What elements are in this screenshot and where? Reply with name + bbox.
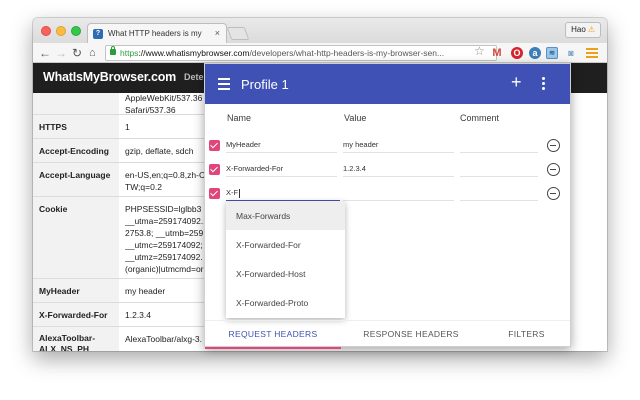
header-value: gzip, deflate, sdch	[125, 146, 194, 156]
autocomplete-option[interactable]: X-Forwarded-Host	[226, 259, 345, 288]
maximize-window-button[interactable]	[71, 26, 81, 36]
site-favicon-icon: ?	[93, 29, 103, 39]
header-value: PHPSESSID=lglbb3 __utma=259174092. 2753.…	[125, 204, 204, 274]
table-row: Cookie PHPSESSID=lglbb3 __utma=259174092…	[33, 197, 213, 279]
site-nav-item[interactable]: Dete	[184, 72, 204, 82]
site-logo[interactable]: WhatIsMyBrowser.com	[43, 70, 176, 84]
header-row: X-Forwarded-For 1.2.3.4	[205, 160, 570, 184]
header-name: AlexaToolbar- ALX_NS_PH	[39, 333, 96, 351]
autocomplete-dropdown: Max-Forwards X-Forwarded-For X-Forwarded…	[226, 201, 345, 318]
popup-tabs: REQUEST HEADERS RESPONSE HEADERS FILTERS	[205, 320, 572, 349]
text-caret	[238, 188, 240, 198]
profile-title: Profile 1	[241, 77, 289, 92]
header-comment-input[interactable]	[460, 186, 538, 201]
header-value-input[interactable]: 1.2.3.4	[343, 162, 454, 177]
header-enabled-checkbox[interactable]	[209, 140, 220, 151]
header-name: X-Forwarded-For	[39, 310, 108, 320]
header-name: Accept-Language	[39, 170, 111, 180]
forward-arrow-icon[interactable]: →	[55, 45, 67, 61]
header-value-input[interactable]	[343, 186, 454, 201]
remove-header-icon[interactable]	[547, 163, 560, 176]
a-extension-icon[interactable]: a	[529, 47, 541, 59]
table-row: AppleWebKit/537.36 Safari/537.36	[33, 93, 213, 115]
table-row: MyHeader my header	[33, 279, 213, 303]
header-value: AppleWebKit/537.36 Safari/537.36	[125, 93, 203, 114]
autocomplete-option[interactable]: X-Forwarded-For	[226, 230, 345, 259]
remove-header-icon[interactable]	[547, 187, 560, 200]
hamburger-menu-icon[interactable]	[218, 78, 230, 93]
table-row: AlexaToolbar- ALX_NS_PH AlexaToolbar/alx…	[33, 327, 213, 351]
table-row: Accept-Language en-US,en;q=0.8,zh-C TW;q…	[33, 163, 213, 197]
new-tab-button[interactable]	[226, 27, 250, 40]
tab-response-headers[interactable]: RESPONSE HEADERS	[341, 321, 481, 349]
home-icon[interactable]: ⌂	[89, 45, 96, 61]
header-enabled-checkbox[interactable]	[209, 164, 220, 175]
header-enabled-checkbox[interactable]	[209, 188, 220, 199]
autocomplete-option[interactable]: X-Forwarded-Proto	[226, 288, 345, 317]
gmail-extension-icon[interactable]: M	[491, 47, 503, 59]
column-header-value: Value	[344, 113, 367, 123]
user-profile-button[interactable]: Hao ⚠	[565, 22, 601, 38]
url-path: /developers/what-http-headers-is-my-brow…	[249, 48, 445, 58]
header-name-input[interactable]: MyHeader	[226, 138, 337, 153]
back-arrow-icon[interactable]: ←	[39, 45, 51, 61]
header-value-input[interactable]: my header	[343, 138, 454, 153]
address-bar[interactable]: https://www.whatismybrowser.com/develope…	[105, 45, 497, 61]
popup-header: Profile 1 +	[205, 64, 570, 104]
table-row: Accept-Encoding gzip, deflate, sdch	[33, 139, 213, 163]
browser-toolbar: ← → ↻ ⌂ https://www.whatismybrowser.com/…	[33, 43, 607, 63]
header-name-input[interactable]: X-Forwarded-For	[226, 162, 337, 177]
header-name: Accept-Encoding	[39, 146, 109, 156]
header-value: 1.2.3.4	[125, 310, 151, 320]
bookmark-star-icon[interactable]: ☆	[474, 44, 485, 58]
tab-filters[interactable]: FILTERS	[481, 321, 572, 349]
browser-menu-icon[interactable]	[586, 48, 598, 60]
header-value: 1	[125, 122, 130, 132]
tab-title: What HTTP headers is my	[108, 29, 202, 38]
column-header-comment: Comment	[460, 113, 500, 123]
more-vert-icon[interactable]	[542, 77, 546, 92]
tab-strip: ? What HTTP headers is my × Hao ⚠	[33, 18, 607, 43]
header-name: Cookie	[39, 204, 68, 214]
user-name: Hao	[571, 25, 586, 34]
warning-icon: ⚠	[587, 25, 595, 34]
url-host: ://www.whatismybrowser.com	[138, 48, 250, 58]
reload-icon[interactable]: ↻	[72, 45, 82, 61]
header-value: en-US,en;q=0.8,zh-C TW;q=0.2	[125, 170, 206, 192]
table-row: X-Forwarded-For 1.2.3.4	[33, 303, 213, 327]
header-comment-input[interactable]	[460, 138, 538, 153]
header-value: AlexaToolbar/alxg-3.	[125, 334, 203, 344]
opera-extension-icon[interactable]: O	[511, 47, 523, 59]
autocomplete-option[interactable]: Max-Forwards	[226, 201, 345, 230]
header-name: MyHeader	[39, 286, 80, 296]
browser-tab[interactable]: ? What HTTP headers is my ×	[87, 23, 227, 43]
lock-icon	[110, 46, 116, 55]
header-name-input-active[interactable]: X-F	[226, 186, 340, 201]
table-row: HTTPS 1	[33, 115, 213, 139]
minimize-window-button[interactable]	[56, 26, 66, 36]
tab-request-headers[interactable]: REQUEST HEADERS	[205, 321, 341, 349]
modheader-popup: Profile 1 + Name Value Comment MyHeader …	[204, 63, 572, 349]
column-header-name: Name	[227, 113, 252, 123]
tab-close-icon[interactable]: ×	[215, 28, 220, 38]
header-name: HTTPS	[39, 122, 67, 132]
header-name-input-text: X-F	[226, 188, 239, 197]
remove-header-icon[interactable]	[547, 139, 560, 152]
add-header-icon[interactable]: +	[511, 72, 522, 92]
header-comment-input[interactable]	[460, 162, 538, 177]
camera-extension-icon[interactable]: ◙	[565, 47, 577, 59]
close-window-button[interactable]	[41, 26, 51, 36]
header-value: my header	[125, 286, 166, 296]
modheader-extension-icon[interactable]: ≋	[546, 47, 558, 59]
url-scheme: https	[120, 48, 139, 58]
header-row: MyHeader my header	[205, 136, 570, 160]
